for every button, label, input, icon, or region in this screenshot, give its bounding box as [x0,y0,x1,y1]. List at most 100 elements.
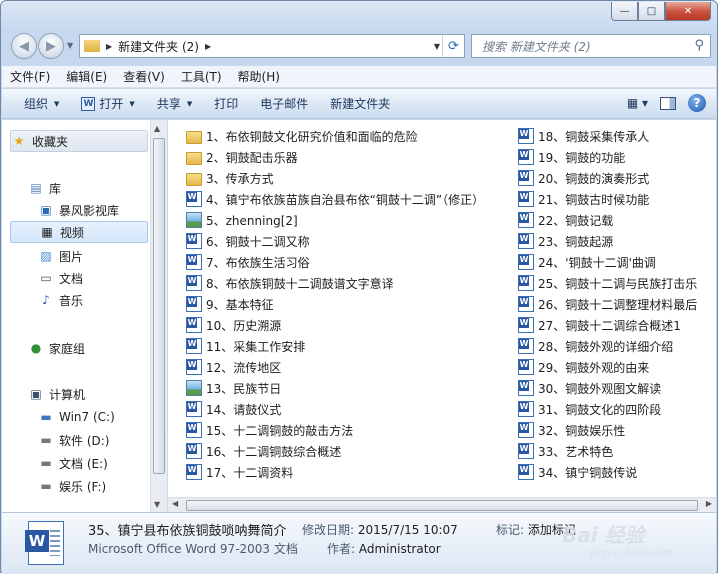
file-item[interactable]: 4、镇宁布依族苗族自治县布依“铜鼓十二调”（修正） [186,189,508,209]
address-history-dropdown[interactable]: ▼ [434,42,440,51]
maximize-button[interactable]: □ [638,2,665,21]
sidebar-item-label: 软件 (D:) [59,433,110,448]
file-item[interactable]: 23、铜鼓起源 [518,231,714,251]
scroll-up-arrow-icon[interactable]: ▲ [154,124,160,133]
sidebar-item-pictures[interactable]: ▨ 图片 [38,245,148,267]
sidebar-item-music[interactable]: ♪ 音乐 [38,289,148,311]
help-icon[interactable]: ? [688,94,706,112]
refresh-button[interactable]: ⟳ [442,35,464,57]
file-item[interactable]: 1、布依铜鼓文化研究价值和面临的危险 [186,126,508,146]
close-button[interactable]: ✕ [665,2,711,21]
watermark-text: Bai 经验 [562,523,645,547]
file-item[interactable]: 28、铜鼓外观的详细介绍 [518,336,714,356]
sidebar-item-drive-e[interactable]: ▬ 文档 (E:) [38,452,148,474]
file-item[interactable]: 30、铜鼓外观图文解读 [518,378,714,398]
file-item[interactable]: 25、铜鼓十二调与民族打击乐 [518,273,714,293]
menu-file[interactable]: 文件(F) [2,68,58,85]
share-button[interactable]: 共享 ▼ [157,95,192,112]
word-app-icon: W [81,96,96,111]
file-item[interactable]: 34、镇宁铜鼓传说 [518,462,714,482]
image-file-icon [186,212,202,228]
watermark-url: jingyan.baidu.com [590,548,674,558]
breadcrumb-current[interactable]: 新建文件夹 (2) [118,38,199,55]
file-item[interactable]: 24、'铜鼓十二调'曲调 [518,252,714,272]
view-options-icon[interactable]: ▦ ▾ [627,96,648,110]
print-button[interactable]: 打印 [214,95,238,112]
word-doc-icon [518,275,534,291]
sidebar-item-label: 娱乐 (F:) [59,479,107,494]
sidebar-scrollbar[interactable]: ▲ ▼ [150,120,167,512]
word-doc-icon [518,464,534,480]
file-item[interactable]: 29、铜鼓外观的由来 [518,357,714,377]
file-item[interactable]: 14、请鼓仪式 [186,399,508,419]
sidebar-item-drive-d[interactable]: ▬ 软件 (D:) [38,429,148,451]
file-item[interactable]: 8、布依族铜鼓十二调鼓谱文字意译 [186,273,508,293]
new-folder-button[interactable]: 新建文件夹 [330,95,390,112]
file-item[interactable]: 19、铜鼓的功能 [518,147,714,167]
file-item[interactable]: 12、流传地区 [186,357,508,377]
menu-help[interactable]: 帮助(H) [230,68,288,85]
sidebar-item-computer[interactable]: ▣ 计算机 [28,383,148,405]
scrollbar-thumb[interactable] [153,138,165,474]
homegroup-icon: ● [30,341,42,355]
search-icon[interactable]: ⚲ [694,38,704,53]
sidebar-item-favorites[interactable]: ★ 收藏夹 [10,130,148,152]
forward-button[interactable]: ▶ [38,33,64,59]
file-item[interactable]: 13、民族节日 [186,378,508,398]
address-bar[interactable]: ▶ 新建文件夹 (2) ▶ ▼ ⟳ [79,34,465,58]
file-item[interactable]: 7、布依族生活习俗 [186,252,508,272]
scrollbar-thumb[interactable] [186,500,698,511]
sidebar-item-drive-f[interactable]: ▬ 娱乐 (F:) [38,475,148,497]
scroll-right-arrow-icon[interactable]: ▶ [706,499,712,508]
breadcrumb-arrow-icon[interactable]: ▶ [106,42,112,51]
file-item[interactable]: 6、铜鼓十二调又称 [186,231,508,251]
open-button[interactable]: W 打开 ▼ [81,95,135,112]
recent-pages-dropdown[interactable]: ▼ [67,41,73,50]
dropdown-arrow-icon: ▼ [186,99,193,108]
dropdown-arrow-icon[interactable]: ▼ [129,100,134,108]
minimize-button[interactable]: — [611,2,638,21]
email-button[interactable]: 电子邮件 [260,95,308,112]
file-item[interactable]: 21、铜鼓古时候功能 [518,189,714,209]
search-input[interactable]: 搜索 新建文件夹 (2) ⚲ [471,34,711,58]
sidebar-item-label: 音乐 [59,293,84,308]
scroll-down-arrow-icon[interactable]: ▼ [154,500,160,509]
sidebar-item-libraries[interactable]: ▤ 库 [28,177,148,199]
file-item[interactable]: 16、十二调铜鼓综合概述 [186,441,508,461]
file-item[interactable]: 27、铜鼓十二调综合概述1 [518,315,714,335]
preview-pane-icon[interactable] [660,96,676,110]
file-item[interactable]: 15、十二调铜鼓的敲击方法 [186,420,508,440]
organize-button[interactable]: 组织 ▼ [24,95,59,112]
menu-view[interactable]: 查看(V) [115,68,173,85]
file-item[interactable]: 2、铜鼓配击乐器 [186,147,508,167]
word-doc-icon [186,359,202,375]
file-item[interactable]: 9、基本特征 [186,294,508,314]
breadcrumb-arrow-icon[interactable]: ▶ [205,42,211,51]
menu-edit[interactable]: 编辑(E) [58,68,115,85]
author-value[interactable]: Administrator [359,542,441,556]
file-item[interactable]: 10、历史溯源 [186,315,508,335]
file-item[interactable]: 20、铜鼓的演奏形式 [518,168,714,188]
file-item[interactable]: 17、十二调资料 [186,462,508,482]
sidebar-item-drive-c[interactable]: ▬ Win7 (C:) [38,406,148,428]
menu-tools[interactable]: 工具(T) [173,68,230,85]
file-item[interactable]: 32、铜鼓娱乐性 [518,420,714,440]
file-item[interactable]: 31、铜鼓文化的四阶段 [518,399,714,419]
file-item[interactable]: 5、zhenning[2] [186,210,508,230]
horizontal-scrollbar[interactable]: ◀ ▶ [168,497,716,512]
file-item[interactable]: 26、铜鼓十二调整理材料最后 [518,294,714,314]
file-item[interactable]: 22、铜鼓记载 [518,210,714,230]
file-item[interactable]: 11、采集工作安排 [186,336,508,356]
file-item[interactable]: 3、传承方式 [186,168,508,188]
file-item[interactable]: 18、铜鼓采集传承人 [518,126,714,146]
sidebar-item-documents[interactable]: ▭ 文档 [38,267,148,289]
sidebar-item-storm-video-library[interactable]: ▣ 暴风影视库 [38,199,148,221]
title-bar[interactable] [7,3,427,25]
scroll-left-arrow-icon[interactable]: ◀ [172,499,178,508]
back-button[interactable]: ◀ [11,33,37,59]
sidebar-item-label: 家庭组 [49,341,86,356]
file-item[interactable]: 33、艺术特色 [518,441,714,461]
music-note-icon: ♪ [42,293,50,307]
sidebar-item-homegroup[interactable]: ● 家庭组 [28,337,148,359]
sidebar-item-videos[interactable]: ▦ 视频 [10,221,148,243]
